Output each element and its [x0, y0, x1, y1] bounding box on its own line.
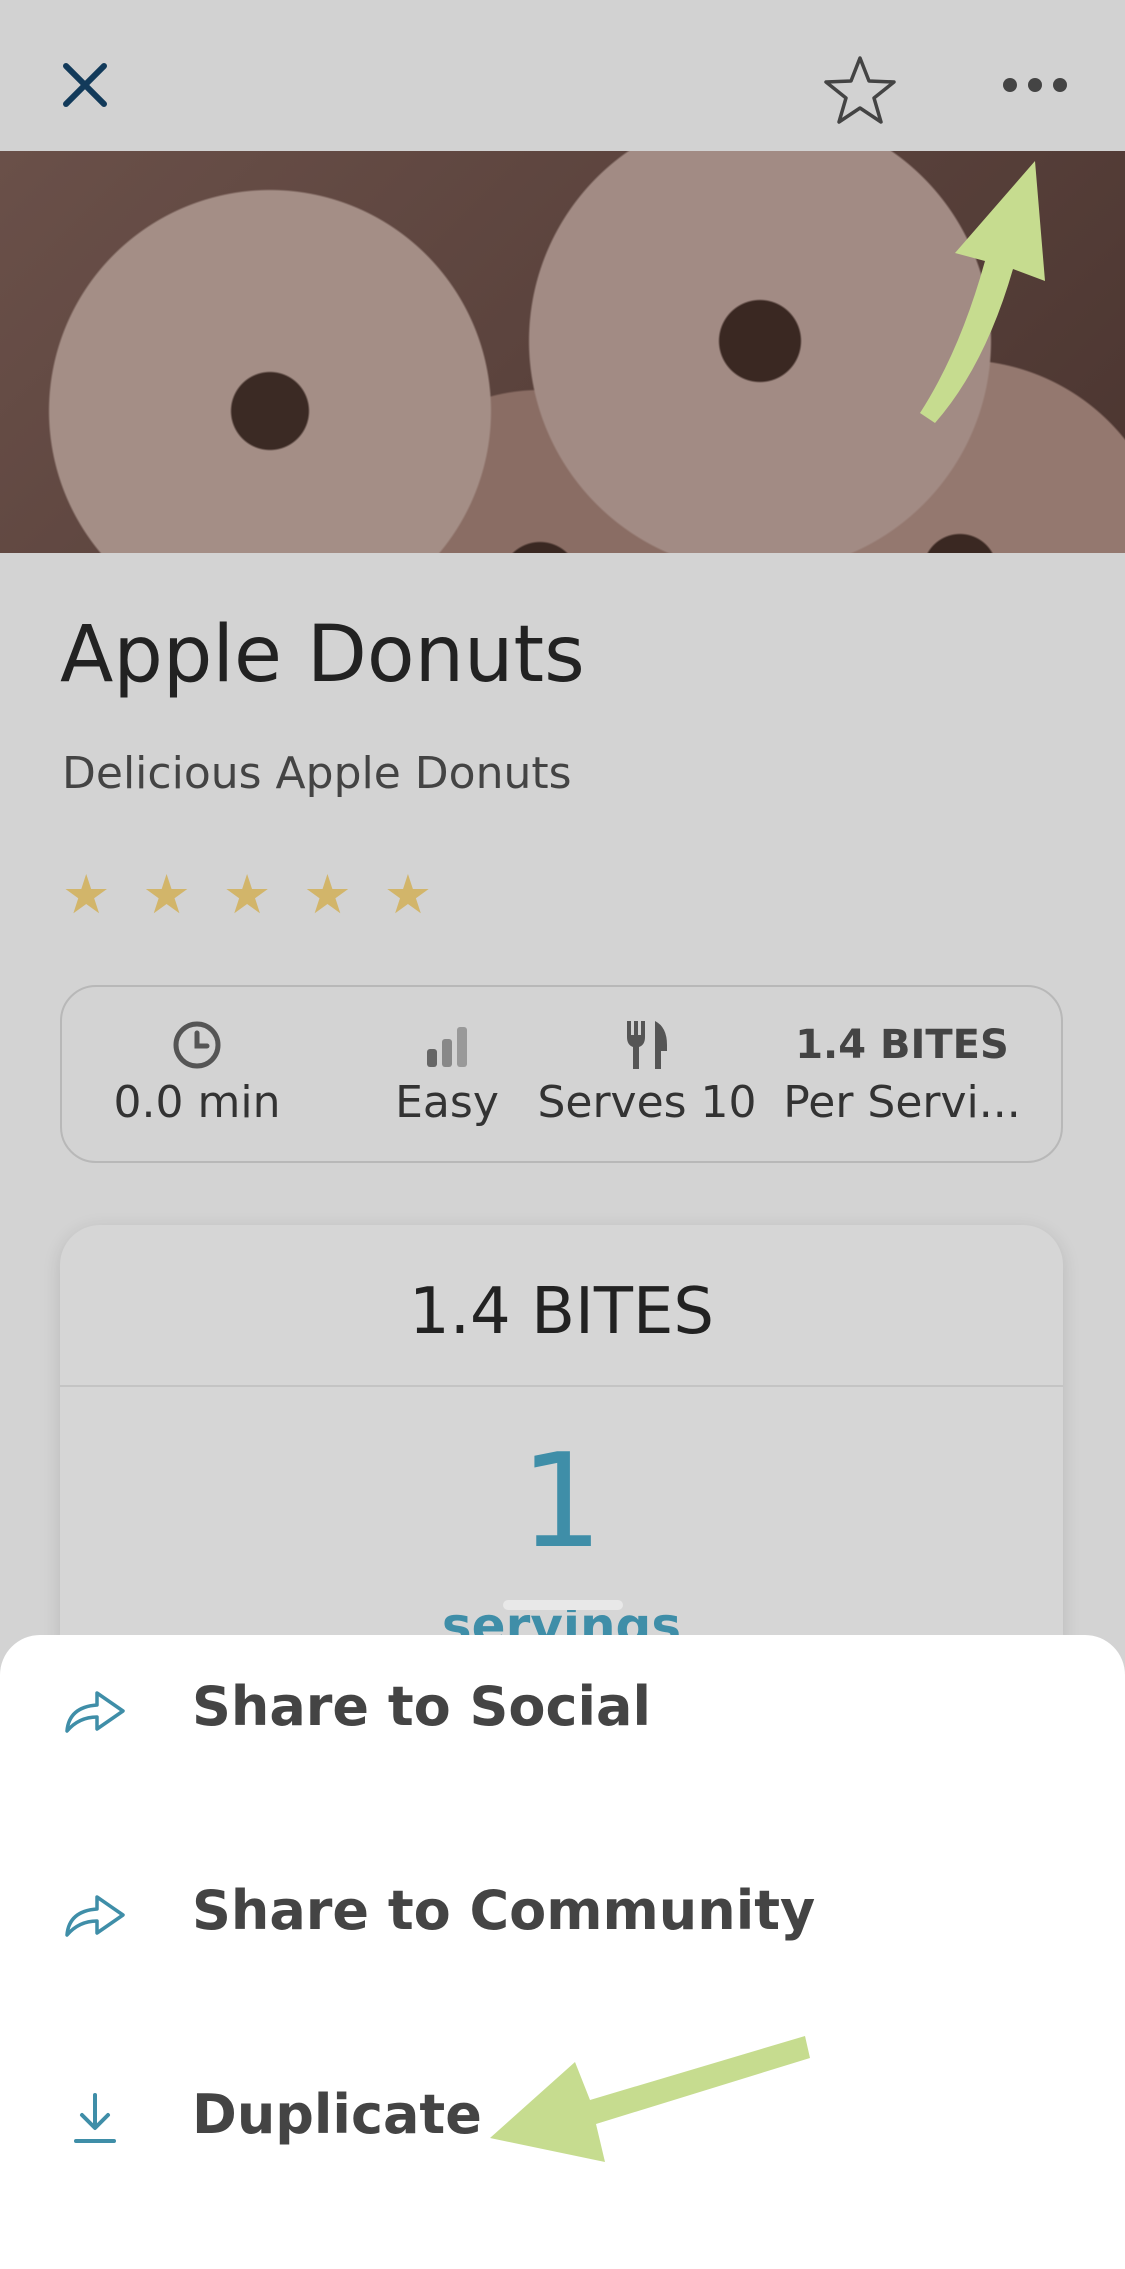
favorite-button[interactable] [810, 40, 910, 140]
star-icon: ★ [303, 863, 352, 926]
menu-item-label: Share to Community [192, 1879, 816, 1942]
info-time: 0.0 min [92, 1017, 302, 1128]
action-sheet: Share to Social Share to Community Dupli… [0, 1635, 1125, 2269]
recipe-info-card: 0.0 min Easy Serves 10 1.4 BITES Per Ser… [60, 985, 1063, 1163]
share-icon [65, 1895, 125, 1937]
star-icon: ★ [142, 863, 191, 926]
star-icon: ★ [383, 863, 433, 926]
menu-item-share-social[interactable]: Share to Social [0, 1635, 1125, 1785]
info-bites: 1.4 BITES Per Servi... [767, 1017, 1037, 1128]
star-rating[interactable]: ★ ★ ★ ★ ★ [62, 868, 432, 922]
clock-icon [173, 1021, 221, 1069]
annotation-arrow [920, 161, 1045, 423]
difficulty-bars-icon [427, 1027, 467, 1067]
more-options-button[interactable] [990, 40, 1080, 130]
recipe-title: Apple Donuts [60, 610, 585, 700]
recipe-photo [0, 151, 1125, 553]
star-icon: ★ [222, 863, 272, 926]
bites-per-serving: Per Servi... [783, 1077, 1021, 1128]
star-icon: ★ [62, 863, 111, 926]
difficulty-label: Easy [395, 1077, 499, 1128]
share-icon [65, 1691, 125, 1733]
close-icon [63, 63, 107, 107]
menu-item-label: Duplicate [192, 2083, 482, 2146]
time-label: 0.0 min [113, 1077, 281, 1128]
more-horizontal-icon [1003, 78, 1067, 92]
menu-item-share-community[interactable]: Share to Community [0, 1839, 1125, 1989]
bites-value: 1.4 BITES [795, 1022, 1009, 1068]
bites-card-title: 1.4 BITES [408, 1275, 715, 1349]
recipe-subtitle: Delicious Apple Donuts [62, 748, 572, 799]
servings-value[interactable]: 1 [60, 1425, 1063, 1577]
close-button[interactable] [40, 40, 130, 130]
menu-item-label: Share to Social [192, 1675, 651, 1738]
star-outline-icon [824, 56, 896, 124]
bites-card: 1.4 BITES 1 servings [60, 1225, 1063, 1655]
divider [60, 1385, 1063, 1387]
utensils-icon [627, 1021, 667, 1069]
menu-item-duplicate[interactable]: Duplicate [0, 2043, 1125, 2193]
info-difficulty: Easy [362, 1017, 532, 1128]
top-bar [0, 0, 1125, 151]
download-icon [74, 2093, 116, 2143]
serves-label: Serves 10 [537, 1077, 757, 1128]
info-serves: Serves 10 [512, 1017, 782, 1128]
sheet-drag-handle[interactable] [503, 1600, 623, 1610]
